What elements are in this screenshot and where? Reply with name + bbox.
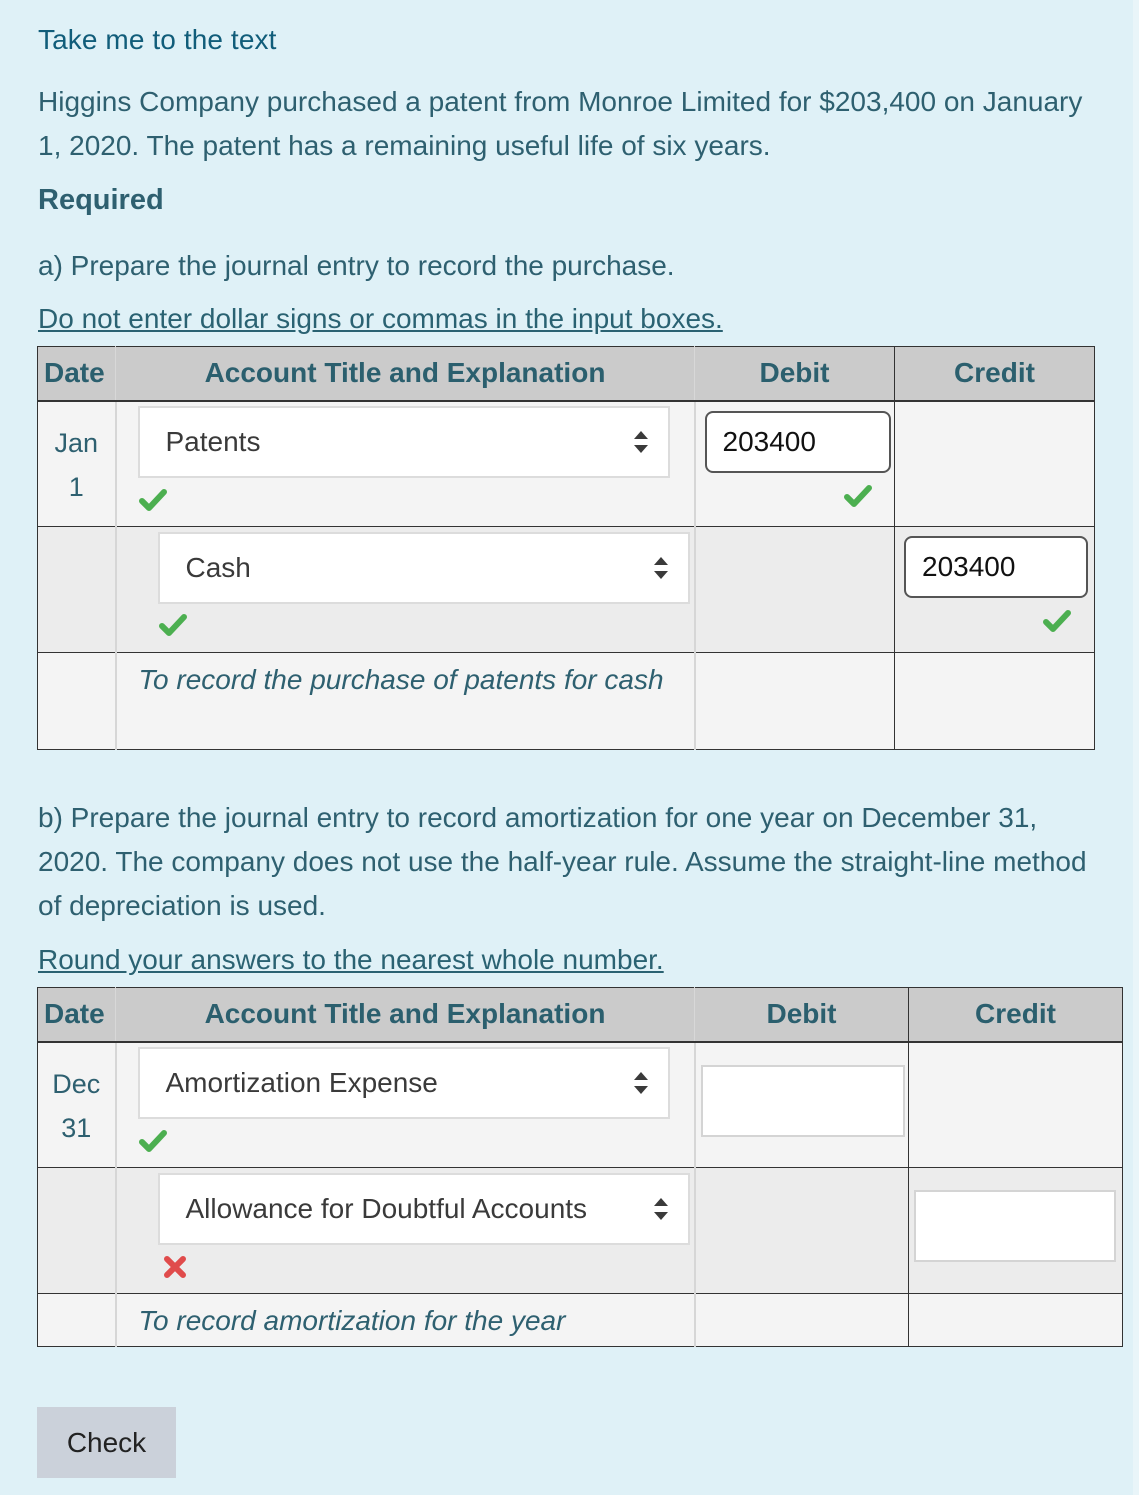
date-day: 1: [68, 471, 84, 502]
account-select-value: Cash: [185, 552, 251, 583]
select-arrows-icon: [653, 557, 668, 579]
debit-input[interactable]: [704, 410, 891, 473]
credit-cell: [894, 652, 1095, 750]
date-cell: [37, 1167, 117, 1294]
select-arrows-icon: [633, 1071, 648, 1094]
account-cell: Amortization Expense: [115, 1041, 696, 1168]
select-arrows-icon: [633, 430, 648, 453]
explanation-text: To record amortization for the year: [138, 1305, 566, 1336]
required-heading: Required: [38, 184, 164, 216]
header-credit: Credit: [908, 987, 1123, 1043]
correct-check-icon: [843, 484, 872, 507]
select-arrows-icon: [653, 1198, 668, 1220]
account-select-value: Patents: [165, 425, 261, 457]
account-cell: Patents: [115, 400, 696, 527]
journal-table-a: Date Account Title and Explanation Debit…: [37, 346, 1095, 750]
account-select[interactable]: Allowance for Doubtful Accounts: [157, 1173, 690, 1245]
account-select-value: Allowance for Doubtful Accounts: [185, 1193, 588, 1224]
correct-check-icon: [138, 488, 167, 511]
date-cell: Jan 1: [37, 400, 117, 527]
debit-cell: [694, 526, 895, 653]
take-me-to-text-link[interactable]: Take me to the text: [38, 24, 276, 56]
part-b-instruction: b) Prepare the journal entry to record a…: [38, 802, 1087, 921]
date-cell: [37, 652, 117, 750]
table-header: Date Account Title and Explanation Debit…: [37, 987, 1123, 1043]
table-row: Dec 31 Amortization Expense: [37, 1041, 1123, 1168]
date-month: Dec: [52, 1068, 101, 1099]
header-debit: Debit: [694, 346, 895, 402]
header-date: Date: [37, 987, 116, 1043]
header-debit: Debit: [694, 987, 909, 1043]
account-cell: Allowance for Doubtful Accounts: [115, 1167, 696, 1294]
debit-cell: [694, 652, 895, 750]
table-row: Jan 1 Patents: [37, 400, 1095, 527]
debit-input[interactable]: [700, 1064, 905, 1137]
date-cell: [37, 1293, 117, 1347]
credit-cell: [908, 1167, 1123, 1294]
account-select-value: Amortization Expense: [165, 1066, 438, 1098]
explanation-row: To record the purchase of patents for ca…: [37, 652, 1095, 750]
part-b-note: Round your answers to the nearest whole …: [38, 944, 664, 975]
credit-cell: [908, 1041, 1123, 1168]
table-row: Allowance for Doubtful Accounts: [37, 1167, 1123, 1294]
explanation-text: To record the purchase of patents for ca…: [138, 664, 664, 695]
problem-text: Higgins Company purchased a patent from …: [38, 86, 1083, 161]
explanation-cell: To record the purchase of patents for ca…: [115, 652, 696, 750]
table-row: Cash: [37, 526, 1095, 653]
credit-input[interactable]: [904, 536, 1088, 598]
debit-cell: [694, 400, 895, 527]
explanation-cell: To record amortization for the year: [115, 1293, 696, 1347]
account-select[interactable]: Patents: [137, 405, 670, 478]
explanation-row: To record amortization for the year: [37, 1293, 1123, 1347]
date-cell: Dec 31: [37, 1041, 117, 1168]
part-a-note: Do not enter dollar signs or commas in t…: [38, 303, 723, 334]
account-cell: Cash: [115, 526, 696, 653]
correct-check-icon: [158, 614, 187, 636]
credit-cell: [908, 1293, 1123, 1347]
check-button[interactable]: Check: [37, 1407, 176, 1478]
credit-cell: [894, 526, 1095, 653]
debit-cell: [694, 1041, 909, 1168]
date-month: Jan: [54, 427, 99, 458]
date-cell: [37, 526, 117, 653]
debit-cell: [694, 1293, 909, 1347]
header-credit: Credit: [894, 346, 1095, 402]
correct-check-icon: [1043, 610, 1071, 632]
header-account: Account Title and Explanation: [115, 987, 695, 1043]
account-select[interactable]: Cash: [157, 532, 690, 604]
account-select[interactable]: Amortization Expense: [137, 1046, 670, 1119]
header-date: Date: [37, 346, 116, 402]
credit-cell: [894, 400, 1095, 527]
header-account: Account Title and Explanation: [115, 346, 695, 402]
incorrect-x-icon: [163, 1256, 186, 1278]
table-header: Date Account Title and Explanation Debit…: [37, 346, 1095, 402]
journal-table-b: Date Account Title and Explanation Debit…: [37, 987, 1123, 1347]
page-edge: [1133, 0, 1139, 1495]
credit-input[interactable]: [914, 1190, 1116, 1262]
debit-cell: [694, 1167, 909, 1294]
date-day: 31: [61, 1112, 92, 1143]
part-a-instruction: a) Prepare the journal entry to record t…: [38, 250, 675, 281]
correct-check-icon: [138, 1129, 167, 1152]
